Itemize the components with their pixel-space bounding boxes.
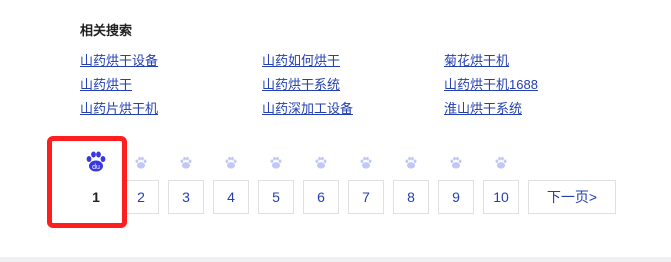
related-link[interactable]: 山药烘干系统 (262, 76, 444, 100)
related-link[interactable]: 山药烘干设备 (80, 52, 262, 76)
paw-icon (225, 156, 237, 169)
page-current: 1 (78, 180, 114, 214)
page-link[interactable]: 8 (393, 180, 429, 214)
paw-icon (180, 156, 192, 169)
page-link[interactable]: 5 (258, 180, 294, 214)
paw-icon (315, 156, 327, 169)
related-searches: 相关搜索 山药烘干设备 山药如何烘干 菊花烘干机 山药烘干 山药烘干系统 山药烘… (80, 22, 538, 116)
page-link[interactable]: 6 (303, 180, 339, 214)
paw-icon (405, 156, 417, 169)
related-link[interactable]: 山药如何烘干 (262, 52, 444, 76)
page-link[interactable]: 3 (168, 180, 204, 214)
paw-text: du (92, 164, 100, 171)
related-link[interactable]: 山药深加工设备 (262, 100, 444, 124)
related-link[interactable]: 菊花烘干机 (444, 52, 626, 76)
paw-icon (135, 156, 147, 169)
page-link[interactable]: 2 (123, 180, 159, 214)
paw-icon (495, 156, 507, 169)
page-link[interactable]: 4 (213, 180, 249, 214)
paw-icon (270, 156, 282, 169)
related-link[interactable]: 山药烘干机1688 (444, 76, 626, 100)
next-page-button[interactable]: 下一页> (528, 180, 616, 214)
related-searches-title: 相关搜索 (80, 23, 133, 38)
page-link[interactable]: 10 (483, 180, 519, 214)
bottom-divider (0, 257, 671, 262)
related-link[interactable]: 山药片烘干机 (80, 100, 262, 124)
related-links-grid: 山药烘干设备 山药如何烘干 菊花烘干机 山药烘干 山药烘干系统 山药烘干机168… (80, 52, 626, 124)
baidu-paw-icon: du (86, 151, 106, 172)
related-link[interactable]: 淮山烘干系统 (444, 100, 626, 124)
paw-icon (450, 156, 462, 169)
page-link[interactable]: 7 (348, 180, 384, 214)
related-link[interactable]: 山药烘干 (80, 76, 262, 100)
page-link[interactable]: 9 (438, 180, 474, 214)
paw-icon (360, 156, 372, 169)
